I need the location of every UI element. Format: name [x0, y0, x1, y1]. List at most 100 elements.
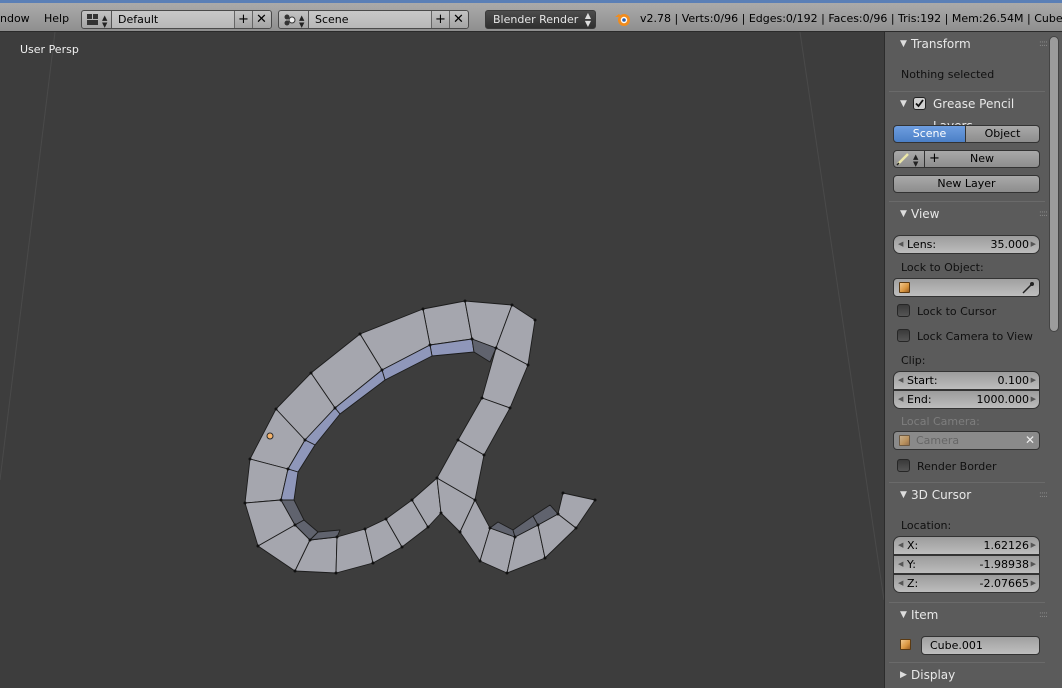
lock-camera-label: Lock Camera to View — [917, 330, 1033, 343]
drag-grip-icon[interactable]: :::: — [1039, 484, 1048, 506]
render-border-label: Render Border — [917, 460, 997, 473]
remove-scene-button[interactable]: ✕ — [449, 11, 467, 28]
expand-triangle-icon[interactable]: ▶ — [900, 664, 907, 686]
3d-cursor-title: 3D Cursor — [911, 488, 972, 502]
collapse-triangle-icon[interactable]: ▼ — [900, 203, 907, 225]
screen-layout-icon[interactable]: ▲ ▼ — [82, 11, 112, 29]
decrement-arrow-icon[interactable]: ◀ — [898, 391, 903, 408]
lens-label: Lens: — [907, 238, 937, 251]
cursor-x-field[interactable]: ◀ X: 1.62126 ▶ — [893, 536, 1040, 555]
transform-panel-header[interactable]: ▼ Transform :::: — [889, 33, 1049, 55]
item-name-field[interactable]: Cube.001 — [921, 636, 1040, 655]
chevron-updown-icon: ▲ ▼ — [584, 11, 591, 28]
scene-icon[interactable]: ▲ ▼ — [279, 11, 309, 29]
view-title: View — [911, 207, 940, 221]
increment-arrow-icon[interactable]: ▶ — [1031, 537, 1036, 554]
cursor-z-value: -2.07665 — [979, 577, 1029, 590]
remove-screen-button[interactable]: ✕ — [252, 11, 270, 28]
drag-grip-icon[interactable]: :::: — [1039, 604, 1048, 626]
camera-object-icon — [899, 435, 910, 446]
pencil-icon: ▲▼ — [896, 153, 919, 168]
scene-selector[interactable]: ▲ ▼ Scene + ✕ — [278, 10, 469, 29]
grease-pencil-checkbox[interactable] — [913, 97, 926, 110]
display-panel-header[interactable]: ▶ Display — [889, 664, 1049, 686]
lens-value: 35.000 — [990, 238, 1030, 251]
clip-start-field[interactable]: ◀ Start: 0.100 ▶ — [893, 371, 1040, 390]
render-border-checkbox[interactable] — [897, 459, 910, 472]
decrement-arrow-icon[interactable]: ◀ — [898, 372, 903, 389]
scene-stats: v2.78 | Verts:0/96 | Edges:0/192 | Faces… — [640, 12, 1062, 25]
lens-field[interactable]: ◀ Lens: 35.000 ▶ — [893, 235, 1040, 254]
view-panel-header[interactable]: ▼ View :::: — [889, 203, 1049, 225]
grease-pencil-scene-tab[interactable]: Scene — [893, 125, 966, 143]
lock-to-cursor-checkbox[interactable] — [897, 304, 910, 317]
grease-pencil-browse[interactable]: ▲ ▼ — [893, 150, 925, 168]
new-label: New — [970, 152, 994, 165]
divider — [889, 662, 1045, 663]
scene-name[interactable]: Scene — [309, 11, 431, 28]
svg-text:▼: ▼ — [102, 21, 108, 28]
header-bar: ndow Help ▲ ▼ Default + ✕ ▲ ▼ Scene + ✕ Bl… — [0, 0, 1062, 32]
item-title: Item — [911, 608, 939, 622]
increment-arrow-icon[interactable]: ▶ — [1031, 575, 1036, 592]
add-scene-button[interactable]: + — [431, 11, 449, 28]
clip-start-label: Start: — [907, 374, 938, 387]
screen-layout-name[interactable]: Default — [112, 11, 234, 28]
3d-cursor-panel-header[interactable]: ▼ 3D Cursor :::: — [889, 484, 1049, 506]
render-engine-label: Blender Render — [493, 13, 579, 26]
3d-viewport[interactable]: User Persp — [0, 32, 884, 688]
cursor-location-label: Location: — [901, 519, 952, 532]
decrement-arrow-icon[interactable]: ◀ — [898, 575, 903, 592]
collapse-triangle-icon[interactable]: ▼ — [900, 93, 907, 115]
menu-help[interactable]: Help — [44, 12, 69, 25]
increment-arrow-icon[interactable]: ▶ — [1031, 236, 1036, 253]
clear-icon[interactable]: ✕ — [1025, 432, 1035, 449]
add-screen-button[interactable]: + — [234, 11, 252, 28]
collapse-triangle-icon[interactable]: ▼ — [900, 484, 907, 506]
collapse-triangle-icon[interactable]: ▼ — [900, 33, 907, 55]
cursor-z-label: Z: — [907, 577, 919, 590]
increment-arrow-icon[interactable]: ▶ — [1031, 391, 1036, 408]
drag-grip-icon[interactable]: :::: — [1039, 33, 1048, 55]
grease-pencil-object-tab[interactable]: Object — [966, 125, 1040, 143]
decrement-arrow-icon[interactable]: ◀ — [898, 537, 903, 554]
lock-object-field[interactable] — [893, 278, 1040, 297]
properties-region: ▼ Transform :::: Nothing selected ▼ Grea… — [884, 32, 1062, 688]
viewport-perspective-label: User Persp — [20, 43, 79, 56]
cursor-z-field[interactable]: ◀ Z: -2.07665 ▶ — [893, 574, 1040, 593]
transform-status: Nothing selected — [901, 68, 995, 81]
object-cube-icon — [899, 282, 910, 293]
clip-end-value: 1000.000 — [976, 393, 1030, 406]
cursor-x-value: 1.62126 — [983, 539, 1030, 552]
local-camera-value: Camera — [916, 434, 960, 447]
increment-arrow-icon[interactable]: ▶ — [1031, 372, 1036, 389]
clip-end-label: End: — [907, 393, 932, 406]
collapse-triangle-icon[interactable]: ▼ — [900, 604, 907, 626]
clip-end-field[interactable]: ◀ End: 1000.000 ▶ — [893, 390, 1040, 409]
local-camera-field[interactable]: Camera ✕ — [893, 431, 1040, 450]
new-layer-button[interactable]: New Layer — [893, 175, 1040, 193]
grease-pencil-panel-header[interactable]: ▼ Grease Pencil Layers — [889, 93, 1051, 133]
cursor-y-field[interactable]: ◀ Y: -1.98938 ▶ — [893, 555, 1040, 574]
decrement-arrow-icon[interactable]: ◀ — [898, 236, 903, 253]
object-cube-icon — [900, 639, 911, 650]
lock-camera-checkbox[interactable] — [897, 329, 910, 342]
cursor-y-label: Y: — [907, 558, 916, 571]
menu-window[interactable]: ndow — [0, 12, 30, 25]
decrement-arrow-icon[interactable]: ◀ — [898, 556, 903, 573]
display-title: Display — [911, 668, 956, 682]
viewport-canvas[interactable] — [0, 32, 884, 688]
transform-title: Transform — [911, 37, 971, 51]
cursor-y-value: -1.98938 — [979, 558, 1029, 571]
plus-icon: + — [929, 151, 940, 166]
item-panel-header[interactable]: ▼ Item :::: — [889, 604, 1049, 626]
drag-grip-icon[interactable]: :::: — [1039, 203, 1048, 225]
eyedropper-icon[interactable] — [1021, 281, 1035, 295]
panel-scrollbar[interactable] — [1049, 36, 1059, 332]
svg-text:▼: ▼ — [913, 160, 919, 167]
increment-arrow-icon[interactable]: ▶ — [1031, 556, 1036, 573]
render-engine-select[interactable]: Blender Render ▲ ▼ — [485, 10, 596, 29]
new-grease-pencil-button[interactable]: + New — [925, 150, 1040, 168]
clip-label: Clip: — [901, 354, 926, 367]
screen-layout-selector[interactable]: ▲ ▼ Default + ✕ — [81, 10, 272, 29]
